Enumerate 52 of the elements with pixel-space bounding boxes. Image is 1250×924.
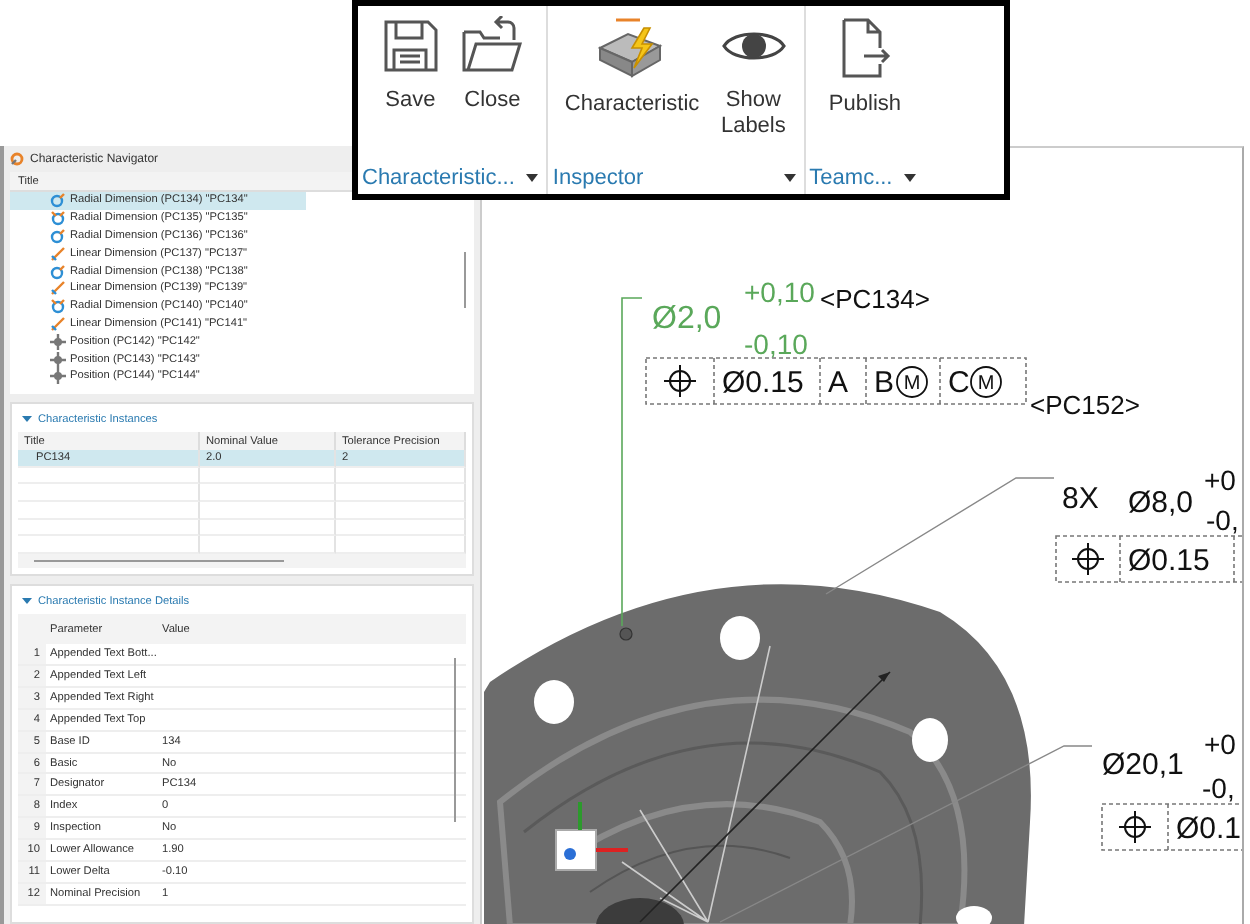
ribbon-button[interactable]: Characteristic [564,16,700,162]
radius-icon [50,227,66,244]
scrollbar-thumb[interactable] [34,559,284,563]
feature-control-frame[interactable] [645,357,1027,405]
lower-tolerance: -0,10 [744,328,808,360]
dimension-text[interactable]: Ø20,1 [1102,748,1184,782]
scrollbar-thumb[interactable] [453,658,456,823]
characteristic-label: <PC134> [820,284,930,314]
group-label: Inspector [552,166,644,190]
save-icon [380,16,441,76]
ribbon-button[interactable]: Close [460,16,525,162]
lower-tolerance: -0, [1202,772,1235,804]
ribbon-button[interactable]: Publish [828,16,901,162]
dropdown-caret-icon[interactable] [904,174,917,182]
linear-icon [50,280,66,297]
count-text: 8X [1062,482,1099,516]
expand-arrow-icon[interactable] [22,414,32,424]
frame-cell-text: B [874,366,895,400]
dropdown-caret-icon[interactable] [526,174,539,182]
lower-tolerance: -0, [1206,504,1239,536]
dimension-text[interactable]: Ø8,0 [1128,486,1194,520]
scrollbar-thumb[interactable] [463,252,466,308]
ribbon-button[interactable]: Save [380,16,441,162]
expand-arrow-icon[interactable] [22,596,32,607]
diameter-icon [50,298,66,315]
dropdown-caret-icon[interactable] [783,174,796,182]
frame-cell-text: Ø0.15 [1128,544,1210,578]
feature-control-frame[interactable] [1101,803,1242,851]
frame-cell-text: Ø0.1 [1176,812,1242,846]
radius-icon [50,263,66,280]
position-symbol-icon [1071,542,1105,576]
ribbon-button[interactable]: Show Labels [719,16,788,162]
group-label: Teamc... [809,166,893,190]
frame-cell-text: C [948,366,970,400]
modifier-text: M [977,373,995,395]
position-symbol-icon [663,364,697,398]
app-logo-icon [10,152,24,166]
frame-cell-text: A [828,366,849,400]
feature-control-frame[interactable] [1055,535,1242,583]
frame-cell-text: Ø0.15 [722,366,804,400]
diameter-icon [50,210,66,227]
group-label: Characteristic... [362,166,515,190]
radius-icon [50,192,66,209]
position-symbol-icon [1118,810,1152,844]
linear-icon [50,245,66,262]
linear-icon [50,315,66,332]
characteristic-label: <PC152> [1030,390,1140,420]
upper-tolerance: +0 [1204,728,1236,760]
folder-icon [460,16,525,76]
upper-tolerance: +0 [1204,464,1236,496]
upper-tolerance: +0,10 [744,276,815,308]
modifier-text: M [903,373,921,395]
